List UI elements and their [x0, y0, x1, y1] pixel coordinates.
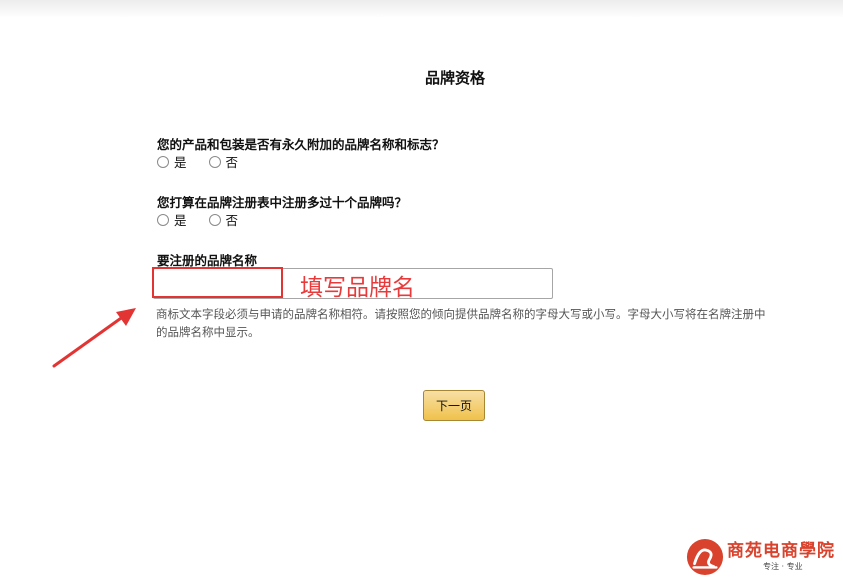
- question-2-options: 是 否: [157, 210, 260, 229]
- question-1-yes-radio[interactable]: 是: [157, 152, 187, 171]
- question-2-no-radio[interactable]: 否: [208, 210, 239, 229]
- radio-label: 否: [225, 155, 239, 170]
- top-shade: [0, 0, 843, 18]
- question-2-yes-radio[interactable]: 是: [157, 210, 187, 229]
- question-2: 您打算在品牌注册表中注册多过十个品牌吗？: [157, 195, 408, 210]
- radio-circle-icon[interactable]: [157, 155, 169, 168]
- brand-name-helper-text: 商标文本字段必须与申请的品牌名称相符。请按照您的倾向提供品牌名称的字母大写或小写…: [156, 307, 766, 339]
- next-page-button[interactable]: 下一页: [423, 390, 485, 421]
- question-1-no-radio[interactable]: 否: [208, 152, 239, 171]
- annotation-arrow-icon: [52, 308, 136, 368]
- question-1-options: 是 否: [157, 152, 260, 171]
- annotation-text: 填写品牌名: [300, 275, 415, 301]
- question-1: 您的产品和包装是否有永久附加的品牌名称和标志？: [157, 137, 445, 152]
- watermark-slogan: 专注 · 专业: [763, 562, 803, 571]
- brand-name-label: 要注册的品牌名称: [157, 253, 258, 268]
- watermark: 商苑电商學院 专注 · 专业: [686, 538, 835, 576]
- radio-circle-icon[interactable]: [157, 213, 169, 226]
- watermark-text: 商苑电商學院 专注 · 专业: [727, 541, 835, 573]
- radio-label: 是: [174, 213, 187, 228]
- watermark-logo-icon: [686, 538, 724, 576]
- radio-circle-icon[interactable]: [208, 213, 221, 226]
- radio-label: 否: [225, 213, 239, 228]
- radio-circle-icon[interactable]: [208, 155, 221, 168]
- radio-label: 是: [174, 155, 187, 170]
- page-title: 品牌资格: [424, 69, 485, 87]
- watermark-name: 商苑电商學院: [727, 541, 835, 561]
